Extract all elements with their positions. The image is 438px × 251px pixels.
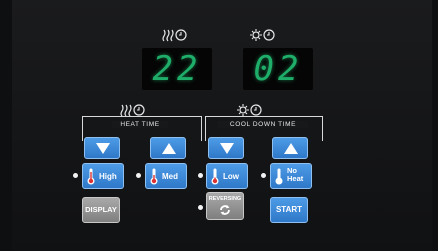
thermometer-icon (150, 168, 158, 185)
heat-time-down-button[interactable] (84, 137, 120, 159)
no-heat-indicator-dot (261, 173, 266, 178)
heat-time-display: 22 (142, 48, 212, 90)
display-button-label: DISPLAY (85, 205, 117, 214)
control-panel: 22 02 HEAT TIME COOL DOWN TIME High Med (12, 0, 432, 251)
arrow-up-icon (162, 143, 176, 154)
display-button[interactable]: DISPLAY (82, 197, 120, 223)
cool-down-down-button[interactable] (208, 137, 244, 159)
thermometer-icon (87, 168, 95, 185)
cool-down-time-label: COOL DOWN TIME (218, 121, 308, 128)
arrow-up-icon (284, 143, 298, 154)
med-button-label: Med (162, 172, 178, 181)
low-indicator-dot (198, 173, 203, 178)
reversing-indicator-dot (198, 205, 203, 210)
reversing-button-label: REVERSING (208, 196, 242, 202)
reversing-button[interactable]: REVERSING (206, 192, 244, 220)
thermometer-icon (211, 168, 219, 185)
low-button-label: Low (223, 172, 239, 181)
heat-time-label: HEAT TIME (112, 121, 168, 128)
high-indicator-dot (73, 173, 78, 178)
med-button[interactable]: Med (145, 163, 187, 189)
cool-down-display: 02 (243, 48, 313, 90)
start-button[interactable]: START (270, 197, 308, 223)
low-button[interactable]: Low (206, 163, 248, 189)
high-button-label: High (99, 172, 117, 181)
med-indicator-dot (136, 173, 141, 178)
heat-clock-icon (120, 104, 145, 117)
reverse-arrows-icon (220, 205, 230, 215)
no-heat-button[interactable]: No Heat (270, 163, 312, 189)
cool-down-up-button[interactable] (272, 137, 308, 159)
fan-clock-icon (237, 104, 262, 116)
start-button-label: START (275, 205, 303, 214)
heat-time-up-button[interactable] (150, 137, 186, 159)
high-button[interactable]: High (82, 163, 124, 189)
arrow-down-icon (220, 143, 234, 154)
thermometer-icon (275, 168, 283, 185)
fan-clock-icon (250, 29, 275, 41)
arrow-down-icon (96, 143, 110, 154)
heat-clock-icon (162, 29, 187, 42)
no-heat-button-label: No Heat (287, 166, 304, 183)
